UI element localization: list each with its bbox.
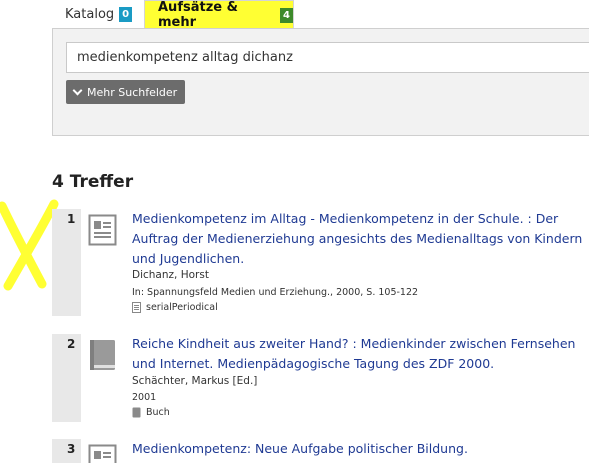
result-format-label: serialPeriodical: [146, 302, 218, 313]
tab-aufsaetze[interactable]: Aufsätze & mehr 4: [144, 0, 294, 30]
result-year: 2001: [132, 392, 157, 403]
tab-katalog-label: Katalog: [65, 7, 115, 22]
result-number: 1: [67, 212, 76, 226]
article-icon: [88, 214, 117, 246]
result-number: 2: [67, 337, 76, 351]
tab-katalog[interactable]: Katalog 0: [53, 0, 143, 29]
book-icon: [132, 407, 141, 418]
result-item: 3 Medienkompetenz: Neue Aufgabe politisc…: [52, 439, 589, 463]
tab-katalog-count-badge: 0: [119, 7, 133, 22]
search-input[interactable]: medienkompetenz alltag dichanz: [66, 42, 589, 73]
search-panel: medienkompetenz alltag dichanz Mehr Such…: [52, 28, 589, 136]
result-number: 3: [67, 442, 76, 456]
result-item: 2 Reiche Kindheit aus zweiter Hand? : Me…: [52, 334, 589, 422]
result-format: serialPeriodical: [132, 302, 218, 313]
results-count-heading: 4 Treffer: [52, 172, 134, 192]
tab-aufsaetze-count-badge: 4: [280, 7, 293, 23]
result-author: Dichanz, Horst: [132, 269, 209, 281]
book-icon: [90, 340, 115, 370]
highlighter-x-mark: [0, 199, 59, 291]
result-title-link[interactable]: Reiche Kindheit aus zweiter Hand? : Medi…: [132, 334, 589, 374]
article-icon: [132, 302, 141, 313]
result-source: In: Spannungsfeld Medien und Erziehung.,…: [132, 287, 419, 298]
article-icon: [88, 444, 117, 463]
result-format-label: Buch: [146, 407, 170, 418]
more-search-fields-label: Mehr Suchfelder: [87, 85, 178, 99]
result-title-link[interactable]: Medienkompetenz im Alltag - Medienkompet…: [132, 209, 589, 269]
more-search-fields-button[interactable]: Mehr Suchfelder: [66, 80, 186, 104]
chevron-down-icon: [72, 85, 83, 95]
result-format: Buch: [132, 407, 170, 418]
result-item: 1 Medienkompetenz im Alltag - Medienkomp…: [52, 209, 589, 316]
result-author: Schächter, Markus [Ed.]: [132, 375, 258, 387]
result-title-link[interactable]: Medienkompetenz: Neue Aufgabe politische…: [132, 439, 589, 459]
tab-aufsaetze-label: Aufsätze & mehr: [158, 0, 238, 30]
